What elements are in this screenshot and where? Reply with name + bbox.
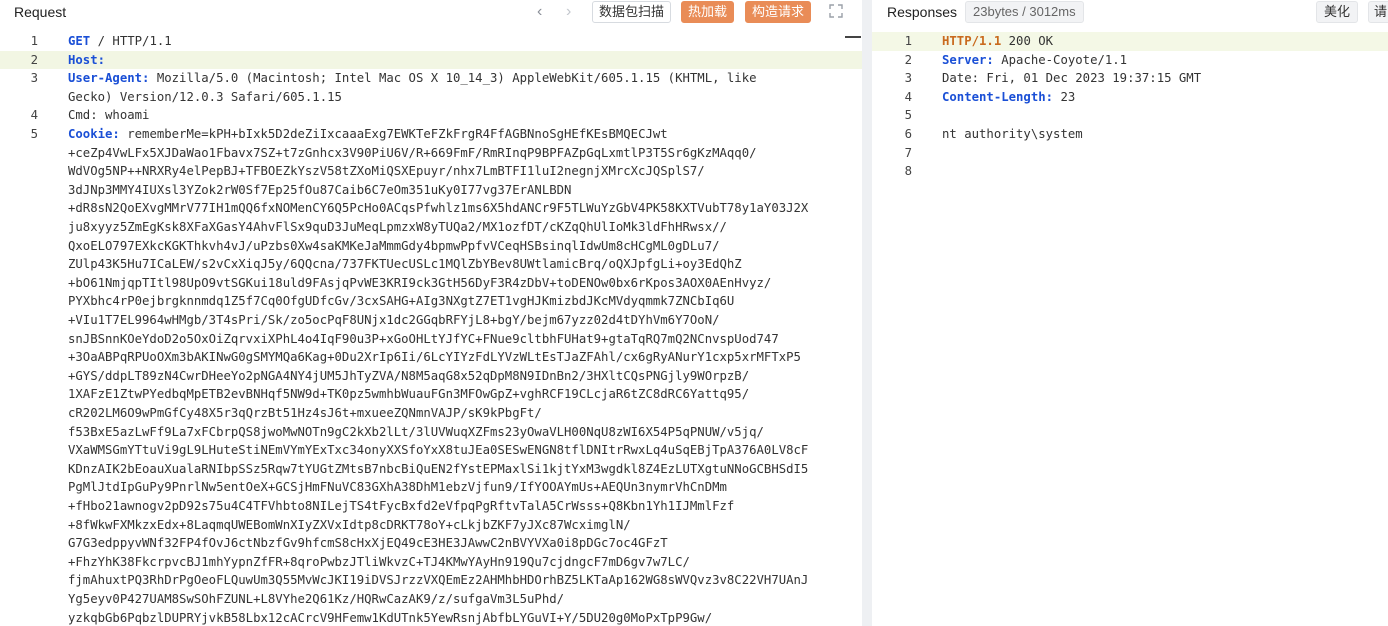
code-line: 1XAFzE1ZtwPYedbqMpETB2evBNHqf5NW9d+TK0pz… (68, 387, 750, 402)
line-number: 3 (904, 71, 912, 86)
code-line: +8fWkwFXMkzxEdx+8LaqmqUWEBomWnXIyZXVxIdt… (68, 517, 631, 532)
code-line: +FhzYhK38FkcrpvcBJ1mhYypnZfFR+8qroPwbzJT… (68, 554, 690, 569)
response-size-time-badge: 23bytes / 3012ms (965, 1, 1084, 23)
code-line: G7G3edppyvWNf32FP4fOvJ6ctNbzfGv9hfcmS8cH… (68, 536, 668, 551)
code-line: cR202LM6O9wPmGfCy48X5r3qQrzBt51Hz4sJ6t+m… (68, 406, 542, 420)
response-title: Responses (887, 4, 958, 20)
code-line: 3dJNp3MMY4IUXsl3YZok2rW0Sf7Ep25fOu87Caib… (68, 182, 572, 197)
code-line: User-Agent: Mozilla/5.0 (Macintosh; Inte… (68, 71, 757, 86)
code-line: +GYS/ddpLT89zN4CwrDHeeYo2pNGA4NY4jUM5JhT… (68, 368, 750, 383)
code-line: Host: (68, 52, 106, 67)
code-line: PYXbhc4rP0ejbrgknnmdq1Z5f7Cq0OfgUDfcGv/3… (68, 294, 735, 309)
line-number: 2 (904, 52, 912, 67)
line-number: 1 (30, 34, 38, 48)
line-number: 2 (30, 52, 38, 67)
code-line: Date: Fri, 01 Dec 2023 19:37:15 GMT (942, 71, 1202, 86)
code-line: QxoELO797EXkcKGKThkvh4vJ/uPzbs0Xw4saKMKe… (68, 238, 720, 253)
code-line: yzkqbGb6PqbzlDUPRYjvkB58Lbx12cACrcV9HFem… (68, 610, 713, 625)
code-line: KDnzAIK2bEoauXualaRNIbpSSz5Rqw7tYUGtZMts… (68, 461, 809, 476)
code-line: +ceZp4VwLFx5XJDaWao1Fbavx7SZ+t7zGnhcx3V9… (68, 145, 757, 160)
chevron-right-icon[interactable]: › (566, 3, 571, 21)
chevron-left-icon[interactable]: ‹ (537, 3, 542, 21)
code-line: Yg5eyv0P427UAM8SwSOhFZUNL+L8VYhe2Q61Kz/H… (68, 592, 565, 606)
code-line: Content-Length: 23 (942, 89, 1076, 104)
extra-button[interactable]: 请 (1368, 1, 1388, 23)
code-line: fjmAhuxtPQ3RhDrPgOeoFLQuwUm3Q55MvWcJKI19… (68, 573, 809, 588)
code-line: Cmd: whoami (68, 108, 150, 123)
pane-divider[interactable] (862, 0, 872, 626)
code-line: +fHbo21awnogv2pD92s75u4C4TFVhbto8NILejTS… (68, 499, 735, 513)
response-pane: Responses 23bytes / 3012ms 美化 请 1 HTTP/1.… (872, 0, 1388, 626)
code-line: f53BxE5azLwFf9La7xFCbrpQS8jwoMwNOTn9gC2k… (68, 424, 764, 439)
code-line: Gecko) Version/12.0.3 Safari/605.1.15 (68, 89, 342, 104)
code-line: Cookie: rememberMe=kPH+bIxk5D2deZiIxcaaa… (68, 127, 668, 141)
code-line: +3OaABPqRPUoOXm3bAKINwG0gSMYMQa6Kag+0Du2… (68, 350, 801, 365)
code-line: WdVOg5NP++NRXRy4elPepBJ+TFBOEZkYszV58tZX… (68, 164, 705, 179)
line-number: 6 (904, 127, 912, 141)
line-number: 4 (30, 108, 38, 123)
code-line: ZUlp43K5Hu7ICaLEW/s2vCxXiqJ5y/6QQcna/737… (68, 257, 742, 272)
code-line: GET / HTTP/1.1 (68, 34, 172, 48)
request-pane: Request ‹ › 数据包扫描 热加载 构造请求 1 GET / HTTP/1… (0, 0, 862, 626)
code-line: ju8xyyz5ZmEgKsk8XFaXGasY4AhvFlSx9quD3JuM… (68, 220, 727, 234)
line-number: 5 (30, 127, 38, 141)
code-line: +VIu1T7EL9964wHMgb/3T4sPri/Sk/zo5ocPqF8U… (68, 313, 720, 327)
code-line: +bO61NmjqpTItl98UpO9vtSGKui18uld9FAsjqPv… (68, 275, 772, 290)
expand-icon[interactable] (829, 4, 843, 18)
request-editor[interactable]: 1 GET / HTTP/1.1 2 Host: 3 User-Agent: Mozil… (0, 30, 862, 626)
code-line: VXaWMSGmYTtuVi9gL9LHuteStiNEmVYmYExTxc34… (68, 443, 809, 458)
packet-scan-button[interactable]: 数据包扫描 (592, 1, 672, 23)
response-header: Responses 23bytes / 3012ms 美化 请 (872, 0, 1388, 26)
beautify-button[interactable]: 美化 (1316, 1, 1359, 23)
line-number: 5 (904, 108, 912, 123)
code-line: snJBSnnKOeYdoD2o5OxOiZqrvxiXPhL4o4IqF90u… (68, 331, 779, 346)
line-number: 4 (904, 89, 912, 104)
request-title: Request (14, 4, 67, 20)
code-line: nt authority\system (942, 127, 1083, 141)
line-number: 8 (904, 164, 912, 179)
response-editor[interactable]: 1 HTTP/1.1 200 OK 2 Server: Apache-Coyote/1… (872, 30, 1388, 626)
code-line: +dR8sN2QoEXvgMMrV77IH1mQQ6fxNOMenCY6Q5Pc… (68, 201, 809, 216)
scrollbar-marker[interactable] (845, 36, 861, 38)
code-line: PgMlJtdIpGuPy9PnrlNw5entOeX+GCSjHmFNuVC8… (68, 480, 727, 495)
code-line: HTTP/1.1 200 OK (942, 34, 1054, 48)
hot-load-button[interactable]: 热加载 (681, 1, 735, 23)
code-line: Server: Apache-Coyote/1.1 (942, 52, 1128, 67)
line-number: 7 (904, 145, 912, 160)
request-header: Request ‹ › 数据包扫描 热加载 构造请求 (0, 0, 862, 26)
line-number: 1 (904, 34, 912, 48)
line-number: 3 (30, 71, 38, 86)
build-request-button[interactable]: 构造请求 (745, 1, 812, 23)
